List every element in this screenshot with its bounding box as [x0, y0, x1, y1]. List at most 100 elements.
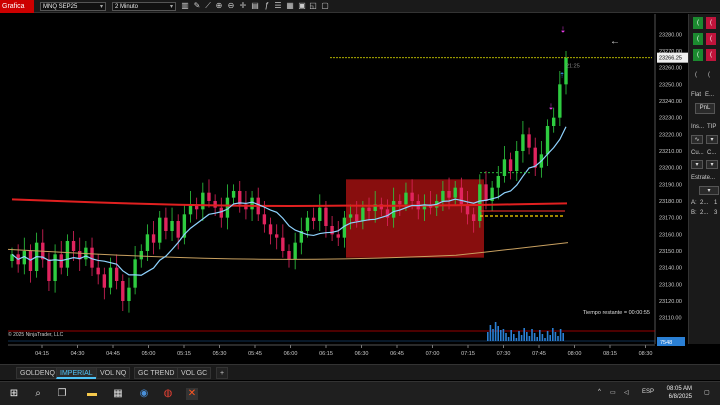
time-tick-label: 07:45	[532, 351, 546, 357]
tif-label: TIP	[707, 124, 717, 130]
candle-body	[127, 287, 131, 301]
app-title[interactable]: Grafica	[0, 0, 34, 13]
add-tab-button[interactable]: +	[216, 367, 229, 379]
price-tick-label: 23220.00	[659, 132, 682, 138]
candle-body	[274, 234, 279, 238]
time-tick-label: 07:00	[426, 351, 440, 357]
buy-button[interactable]: (	[693, 17, 703, 29]
zoom-in-icon[interactable]: ⊕	[214, 1, 224, 11]
volume-bar	[544, 338, 546, 341]
price-tick-label: 23150.00	[659, 249, 682, 255]
b-label: B:	[691, 210, 697, 216]
time-tick-label: 06:00	[284, 351, 298, 357]
sell-button[interactable]: (	[706, 17, 716, 29]
price-tick-label: 23210.00	[659, 149, 682, 155]
taskview-icon[interactable]: ❐	[56, 388, 68, 400]
volume-bar	[489, 325, 492, 341]
price-tick-label: 23180.00	[659, 199, 682, 205]
candle-body	[158, 217, 162, 243]
candle-body	[176, 221, 180, 238]
instrument-select[interactable]: MNQ SEP25 ▾	[40, 2, 106, 11]
chevron-down-icon: ▾	[169, 4, 173, 10]
a-value: 2...	[700, 200, 709, 206]
quantity-field[interactable]: ∿	[691, 135, 703, 144]
buy-limit-button[interactable]: (	[693, 33, 703, 45]
candle-body	[324, 207, 328, 226]
volume-bar	[487, 332, 489, 341]
signal-arrow-icon: ⇣	[560, 26, 567, 35]
crosshair-icon[interactable]: ✛	[238, 1, 248, 11]
candle-body	[250, 197, 254, 210]
tab-imperial[interactable]: IMPERIAL	[56, 367, 97, 379]
price-tick-label: 23140.00	[659, 266, 682, 272]
sell-stop-button[interactable]: (	[706, 49, 716, 61]
strategies-icon[interactable]: ☰	[273, 1, 283, 11]
last-price-label: 23266.25	[659, 56, 682, 62]
candle-body	[404, 192, 408, 205]
account-select[interactable]: ▾	[691, 160, 703, 169]
tab-vol-gc[interactable]: VOL GC	[177, 367, 212, 379]
bar-type-icon[interactable]: ▥	[180, 1, 190, 11]
price-tick-label: 23260.00	[659, 66, 682, 72]
volume-bar	[500, 330, 502, 341]
copyright-label: © 2025 NinjaTrader, LLC	[8, 331, 64, 338]
tab-goldenq[interactable]: GOLDENQ	[16, 367, 60, 379]
a-label: A:	[691, 200, 697, 206]
buy-stop-button[interactable]: (	[693, 49, 703, 61]
candle-body	[207, 192, 211, 201]
pencil-icon[interactable]: ✎	[192, 1, 202, 11]
properties-icon[interactable]: ▤	[250, 1, 260, 11]
tab-vol-nq[interactable]: VOL NQ	[96, 367, 131, 379]
candle-body	[355, 214, 359, 221]
time-remaining-label: Tiempo restante = 00:00:55	[583, 310, 650, 316]
candle-body	[219, 207, 223, 218]
templates-icon[interactable]: ▦	[285, 1, 295, 11]
notifications-icon[interactable]: ▢	[704, 389, 710, 396]
volume-icon[interactable]: ◁	[624, 389, 629, 396]
draw-tool-icon[interactable]: ⟋	[203, 1, 213, 11]
strategy-select[interactable]: ▾	[699, 186, 719, 195]
tray-chevron-icon[interactable]: ^	[598, 389, 601, 395]
volume-bar	[494, 322, 497, 341]
price-chart[interactable]: 23280.00 23270.00 23260.00 23250.00 23240.00…	[0, 14, 688, 364]
chart-trader-icon[interactable]: ◱	[308, 1, 318, 11]
app-icon[interactable]: ◉	[138, 388, 150, 400]
interval-select[interactable]: 2 Minuto ▾	[112, 2, 176, 11]
candle-body	[459, 187, 464, 205]
language-indicator[interactable]: ESP	[642, 389, 654, 395]
tif-select[interactable]: ▾	[706, 135, 718, 144]
windows-icon[interactable]: ⊞	[8, 388, 20, 400]
taskbar-clock[interactable]: 08:05 AM 6/8/2025	[667, 385, 692, 401]
tab-gc-trend[interactable]: GC TREND	[134, 367, 179, 379]
volume-bar	[533, 333, 536, 341]
pnl-field[interactable]: PnL	[695, 103, 715, 114]
indicators-icon[interactable]: ƒ	[262, 1, 272, 11]
chart-svg[interactable]: 23280.0023270.0023260.0023250.0023240.00…	[0, 14, 688, 364]
search-icon[interactable]: ⌕	[32, 388, 44, 400]
strategy-label: Estrate...	[691, 175, 716, 181]
ninjatrader-icon[interactable]: ✕	[186, 388, 198, 400]
volume-bar	[528, 336, 531, 341]
explorer-icon[interactable]: ▬	[86, 388, 98, 400]
candle-body	[471, 214, 476, 221]
candle-body	[262, 214, 267, 225]
workspace-tabs: GOLDENQ IMPERIAL VOL NQ GC TREND VOL GC …	[0, 364, 720, 380]
price-tick-label: 23110.00	[659, 316, 682, 322]
display-icon[interactable]: ▢	[320, 1, 330, 11]
time-tick-label: 04:45	[106, 351, 120, 357]
sell-limit-button[interactable]: (	[706, 33, 716, 45]
network-icon[interactable]: ▭	[610, 389, 616, 396]
snapshot-icon[interactable]: ▣	[297, 1, 307, 11]
atm-select[interactable]: ▾	[706, 160, 718, 169]
store-icon[interactable]: ▦	[112, 388, 124, 400]
candle-body	[139, 251, 143, 260]
volume-bar	[554, 332, 557, 341]
back-arrow-icon: ←	[610, 36, 620, 47]
price-tick-label: 23240.00	[659, 99, 682, 105]
chrome-icon[interactable]: ◍	[162, 388, 174, 400]
volume-bar	[552, 328, 554, 341]
time-tick-label: 07:15	[461, 351, 475, 357]
account-label: Cu...	[691, 150, 704, 156]
price-tick-label: 23250.00	[659, 82, 682, 88]
zoom-out-icon[interactable]: ⊖	[226, 1, 236, 11]
